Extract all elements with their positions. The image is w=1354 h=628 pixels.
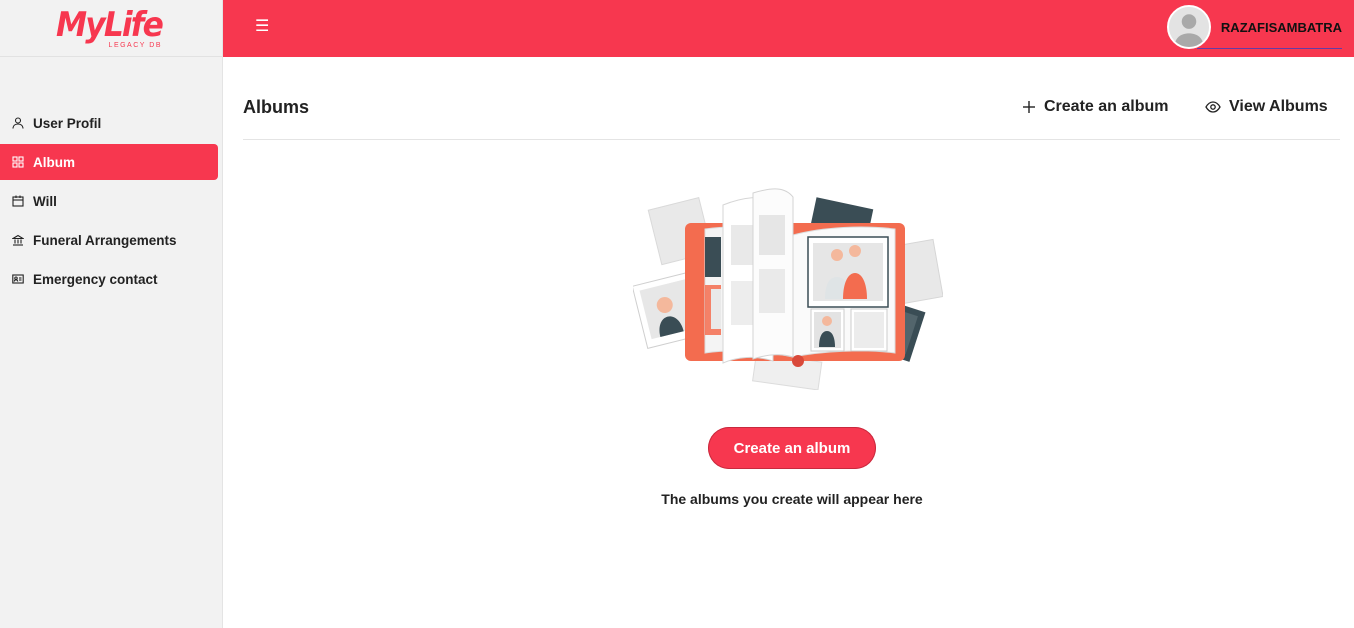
username[interactable]: RAZAFISAMBATRA: [1221, 20, 1342, 35]
sidebar-item-emergency-contact[interactable]: Emergency contact: [0, 261, 218, 297]
grid-icon: [12, 156, 24, 168]
logo-text: MyLife: [56, 5, 164, 45]
logo-area: MyLife LEGACY DB: [0, 0, 222, 57]
sidebar-item-label: User Profil: [33, 115, 102, 131]
page-title: Albums: [243, 97, 310, 117]
empty-state-message: The albums you create will appear here: [661, 491, 923, 507]
sidebar-item-label: Funeral Arrangements: [33, 232, 177, 248]
sidebar-item-label: Emergency contact: [33, 271, 158, 287]
top-bar: ☰ RAZAFISAMBATRA: [223, 0, 1354, 57]
plus-icon: [1022, 100, 1036, 114]
create-album-button[interactable]: Create an album: [708, 427, 876, 469]
sidebar-item-label: Will: [33, 193, 57, 209]
sidebar-item-user-profil[interactable]: User Profil: [0, 105, 218, 141]
main-content: Albums Create an album View Albums Creat…: [223, 57, 1354, 628]
view-albums-button[interactable]: View Albums: [1205, 93, 1328, 121]
page-header: Albums Create an album View Albums: [243, 87, 1340, 140]
bank-icon: [12, 234, 24, 246]
calendar-icon: [12, 195, 24, 207]
sidebar-item-label: Album: [33, 154, 75, 170]
sidebar-item-album[interactable]: Album: [0, 144, 218, 180]
sidebar-item-funeral-arrangements[interactable]: Funeral Arrangements: [0, 222, 218, 258]
hamburger-icon[interactable]: ☰: [255, 16, 269, 36]
sidebar: MyLife LEGACY DB User Profil Album Will: [0, 0, 223, 628]
create-album-header-button[interactable]: Create an album: [1022, 93, 1168, 121]
user-menu[interactable]: RAZAFISAMBATRA: [1166, 5, 1342, 49]
eye-icon: [1205, 101, 1221, 113]
logo-subtext: LEGACY DB: [108, 42, 162, 49]
app-logo[interactable]: MyLife LEGACY DB: [56, 5, 166, 49]
user-underline: [1196, 48, 1342, 49]
empty-album-illustration: [631, 185, 944, 391]
user-icon: [12, 117, 24, 129]
id-card-icon: [12, 273, 24, 285]
create-album-header-label: Create an album: [1044, 98, 1169, 115]
user-avatar-icon[interactable]: [1166, 5, 1211, 49]
view-albums-label: View Albums: [1229, 98, 1328, 115]
sidebar-item-will[interactable]: Will: [0, 183, 218, 219]
sidebar-nav: User Profil Album Will Funeral Arrangeme…: [0, 105, 222, 297]
